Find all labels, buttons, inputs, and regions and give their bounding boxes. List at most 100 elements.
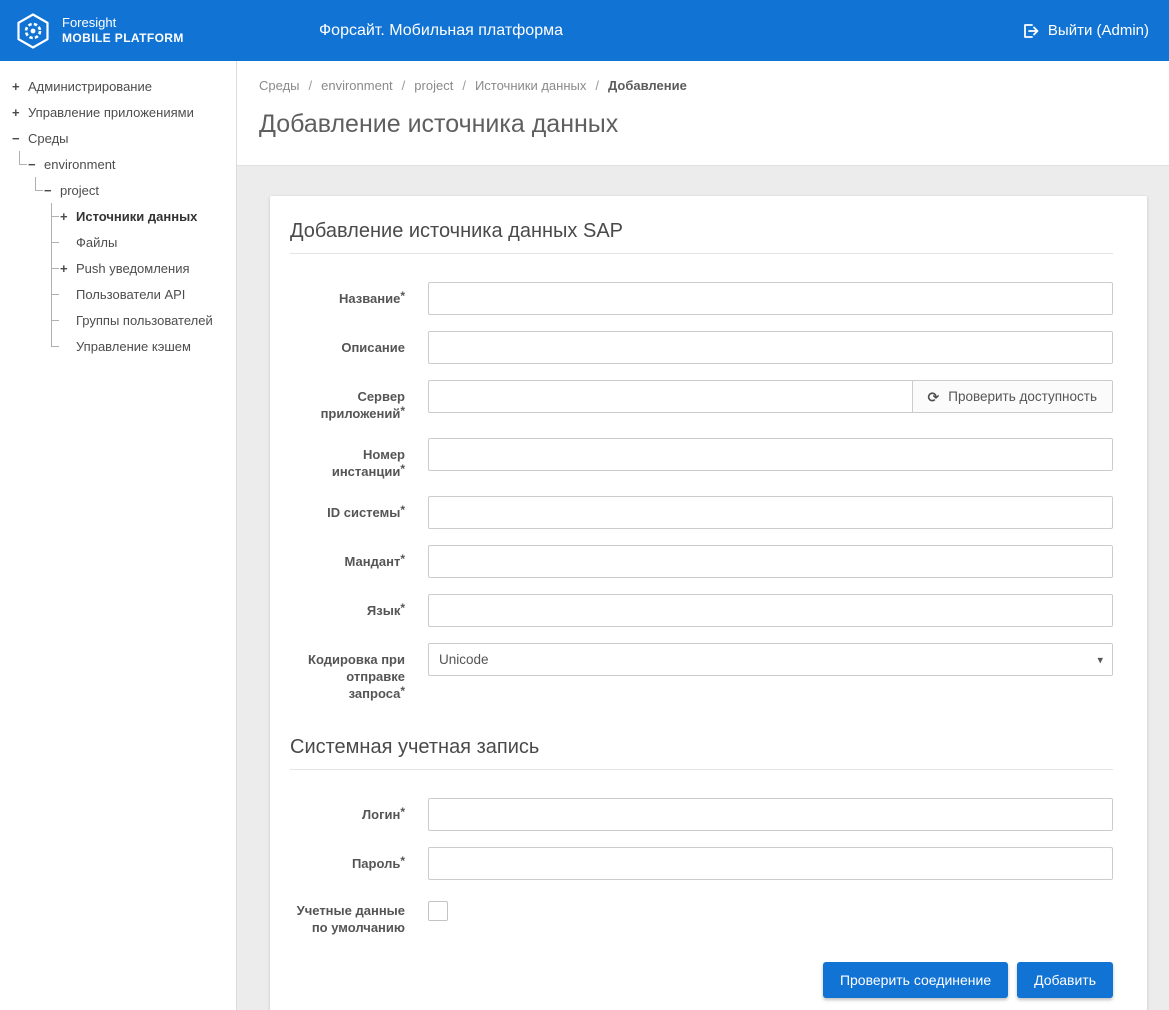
tree-spacer [28, 229, 44, 255]
field-label: ID системы* [290, 496, 405, 529]
required-asterisk: * [400, 601, 405, 615]
add-button[interactable]: Добавить [1017, 962, 1113, 998]
instance-number-input[interactable] [428, 438, 1113, 471]
main-area: Среды / environment / project / Источник… [237, 61, 1169, 1010]
default-credentials-checkbox[interactable] [428, 901, 448, 921]
tree-connector [44, 307, 60, 333]
form-row-language: Язык* [290, 594, 1113, 627]
tree-connector [44, 333, 60, 359]
form-row-encoding: Кодировка при отправке запроса* Unicode … [290, 643, 1113, 702]
encoding-select[interactable]: Unicode ▾ [428, 643, 1113, 676]
description-input[interactable] [428, 331, 1113, 364]
expand-icon[interactable]: + [60, 261, 75, 276]
name-input[interactable] [428, 282, 1113, 315]
breadcrumb-separator: / [462, 78, 466, 93]
sidebar-item-label: project [59, 183, 99, 198]
expand-icon[interactable]: + [12, 79, 27, 94]
field-label: Номер инстанции* [290, 438, 405, 480]
breadcrumb-item-environment[interactable]: environment [321, 78, 393, 93]
language-input[interactable] [428, 594, 1113, 627]
tree-spacer [12, 203, 28, 229]
field-label: Сервер приложений* [290, 380, 405, 422]
mandant-input[interactable] [428, 545, 1113, 578]
required-asterisk: * [400, 854, 405, 868]
sap-form: Название* Описание Сервер приложений* [290, 282, 1113, 998]
breadcrumb-item-project[interactable]: project [414, 78, 453, 93]
form-row-default-credentials: Учетные данные по умолчанию [290, 896, 1113, 936]
field-label: Учетные данные по умолчанию [290, 896, 405, 936]
system-id-input[interactable] [428, 496, 1113, 529]
brand-logo: Foresight MOBILE PLATFORM [14, 12, 184, 50]
collapse-icon[interactable]: − [28, 157, 43, 172]
content-area: Добавление источника данных SAP Название… [237, 166, 1169, 1010]
hexagon-gear-logo-icon [14, 12, 52, 50]
sidebar-item-label: Пользователи API [75, 287, 185, 302]
password-input[interactable] [428, 847, 1113, 880]
collapse-icon[interactable]: − [44, 183, 59, 198]
sidebar-item-label: Среды [27, 131, 69, 146]
field-label: Кодировка при отправке запроса* [290, 643, 405, 702]
form-actions: Проверить соединение Добавить [290, 962, 1113, 998]
breadcrumb-item-data-sources[interactable]: Источники данных [475, 78, 586, 93]
sidebar-item-push-notifications[interactable]: + Push уведомления [0, 255, 236, 281]
sidebar-item-project[interactable]: − project [0, 177, 236, 203]
sidebar-item-api-users[interactable]: Пользователи API [0, 281, 236, 307]
sidebar-item-data-sources[interactable]: + Источники данных [0, 203, 236, 229]
tree-spacer [28, 203, 44, 229]
sidebar-item-files[interactable]: Файлы [0, 229, 236, 255]
form-row-instance-number: Номер инстанции* [290, 438, 1113, 480]
sidebar-item-label: environment [43, 157, 116, 172]
collapse-icon[interactable]: − [12, 131, 27, 146]
tree-spacer [28, 255, 44, 281]
sidebar-item-app-management[interactable]: + Управление приложениями [0, 99, 236, 125]
breadcrumb-separator: / [402, 78, 406, 93]
page-title: Добавление источника данных [259, 110, 1141, 139]
required-asterisk: * [400, 462, 405, 476]
tree-spacer [12, 255, 28, 281]
form-row-app-server: Сервер приложений* ⟳ Проверить доступнос… [290, 380, 1113, 422]
tree-connector [44, 281, 60, 307]
tree-spacer [28, 307, 44, 333]
tree-connector [44, 229, 60, 255]
tree-connector [28, 177, 44, 203]
sidebar-item-administration[interactable]: + Администрирование [0, 73, 236, 99]
form-row-mandant: Мандант* [290, 545, 1113, 578]
check-availability-label: Проверить доступность [948, 389, 1097, 404]
tree-connector [44, 255, 60, 281]
login-input[interactable] [428, 798, 1113, 831]
expand-icon[interactable]: + [60, 209, 75, 224]
sidebar-item-label: Управление кэшем [75, 339, 191, 354]
tree-connector [44, 203, 60, 229]
expand-icon[interactable]: + [12, 105, 27, 120]
check-availability-button[interactable]: ⟳ Проверить доступность [912, 380, 1113, 413]
logout-label: Выйти (Admin) [1048, 22, 1149, 39]
sidebar-item-environments[interactable]: − Среды [0, 125, 236, 151]
sidebar-tree: + Администрирование + Управление приложе… [0, 61, 237, 1010]
field-label: Название* [290, 282, 405, 315]
check-connection-button[interactable]: Проверить соединение [823, 962, 1008, 998]
logout-button[interactable]: Выйти (Admin) [1021, 22, 1149, 40]
tree-spacer [12, 333, 28, 359]
tree-spacer [12, 307, 28, 333]
sidebar-item-label: Push уведомления [75, 261, 190, 276]
breadcrumb-item-environments[interactable]: Среды [259, 78, 300, 93]
section-title-sap: Добавление источника данных SAP [290, 220, 1113, 254]
field-label: Мандант* [290, 545, 405, 578]
form-row-description: Описание [290, 331, 1113, 364]
breadcrumb-separator: / [309, 78, 313, 93]
tree-spacer [28, 333, 44, 359]
app-server-input[interactable] [428, 380, 912, 413]
app-title: Форсайт. Мобильная платформа [319, 22, 563, 40]
form-row-name: Название* [290, 282, 1113, 315]
sidebar-item-label: Файлы [75, 235, 117, 250]
tree-spacer [12, 177, 28, 203]
field-label: Язык* [290, 594, 405, 627]
sidebar-item-user-groups[interactable]: Группы пользователей [0, 307, 236, 333]
tree-spacer [12, 281, 28, 307]
sidebar-item-environment[interactable]: − environment [0, 151, 236, 177]
breadcrumb: Среды / environment / project / Источник… [259, 78, 1141, 93]
sidebar-item-cache-management[interactable]: Управление кэшем [0, 333, 236, 359]
required-asterisk: * [400, 684, 405, 698]
sidebar-item-label: Управление приложениями [27, 105, 194, 120]
required-asterisk: * [400, 404, 405, 418]
